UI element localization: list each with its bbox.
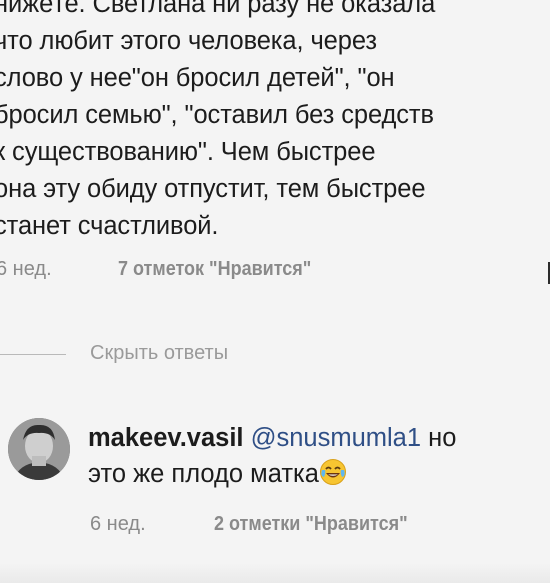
reply-text: но: [421, 424, 457, 452]
comment-time[interactable]: 6 нед.: [0, 258, 52, 281]
hide-replies-button[interactable]: Скрыть ответы: [0, 340, 320, 370]
reply-time[interactable]: 6 нед.: [90, 513, 146, 535]
comment-line: что любит этого человека, через: [0, 27, 377, 55]
reply-mention[interactable]: @snusmumla1: [251, 424, 421, 452]
reply-line-1: makeev.vasil @snusmumla1 но: [88, 420, 456, 456]
hide-replies-label: Скрыть ответы: [90, 342, 229, 364]
comment-line: слово у нее"он бросил детей", "он: [0, 64, 395, 92]
reply-username[interactable]: makeev.vasil: [88, 424, 244, 452]
comment-line: станет счастливой.: [0, 212, 219, 240]
tears-of-joy-icon: [319, 458, 347, 486]
comment-line: она эту обиду отпустит, тем быстрее: [0, 175, 426, 203]
reply-line-2: это же плодо матка: [88, 456, 456, 492]
bottom-edge: [0, 563, 550, 583]
reply-body: makeev.vasil @snusmumla1 но это же плодо…: [88, 420, 456, 492]
reply-text-line2: это же плодо матка: [88, 460, 319, 488]
comment-line: к существованию". Чем быстрее: [0, 138, 376, 166]
avatar[interactable]: [8, 418, 70, 480]
comment-line: бросил семью", "оставил без средств: [0, 101, 434, 129]
comment-text: ниже́те. Светлана ни разу не оказала что…: [0, 0, 550, 245]
reply-likes[interactable]: 2 отметки "Нравится": [214, 513, 408, 536]
comment-line: ниже́те. Светлана ни разу не оказала: [0, 0, 436, 18]
divider: [0, 354, 66, 355]
comment-likes[interactable]: 7 отметок "Нравится": [118, 258, 311, 281]
reply-meta: 6 нед. 2 отметки "Нравится": [90, 513, 408, 536]
avatar-image: [8, 418, 70, 480]
